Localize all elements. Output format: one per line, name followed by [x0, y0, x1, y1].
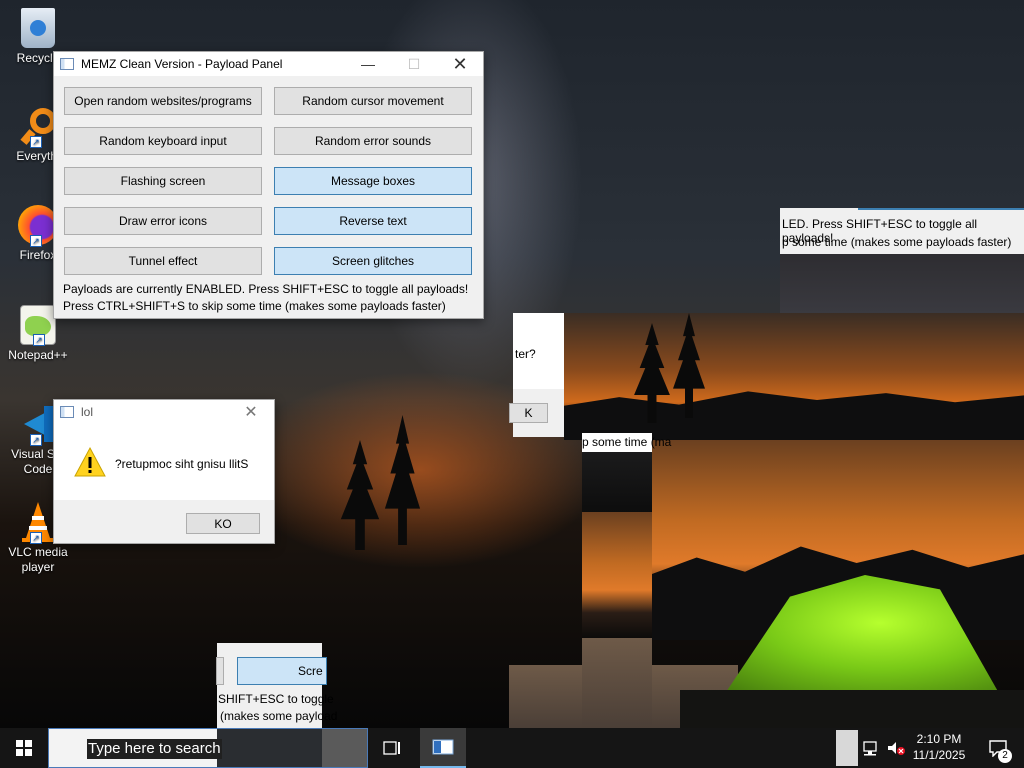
minimize-icon: — [361, 56, 375, 72]
search-input[interactable]: Type here to search [87, 739, 222, 759]
glitch-screen-glitches-button: Scre [237, 657, 327, 685]
tunnel-effect-button[interactable]: Tunnel effect [64, 247, 262, 275]
tree-silhouette [340, 440, 380, 550]
taskbar-app-memz[interactable] [420, 728, 466, 768]
notification-center-button[interactable]: 2 [978, 728, 1018, 768]
window-title: lol [81, 405, 94, 419]
glitch-text: SHIFT+ESC to toggle [218, 692, 334, 706]
desktop-icon-label: Notepad++ [8, 348, 68, 362]
minimize-button[interactable]: — [345, 52, 391, 76]
glitch-text: p some time (makes some payloads faster) [782, 235, 1012, 249]
window-title: MEMZ Clean Version - Payload Panel [81, 57, 283, 71]
volume-muted-icon [888, 742, 905, 755]
ok-button[interactable]: KO [186, 513, 260, 534]
random-error-sounds-button[interactable]: Random error sounds [274, 127, 472, 155]
task-view-icon [383, 741, 400, 755]
message-boxes-button[interactable]: Message boxes [274, 167, 472, 195]
glitch-tile [582, 512, 652, 638]
flashing-screen-button[interactable]: Flashing screen [64, 167, 262, 195]
screen-glitches-button[interactable]: Screen glitches [274, 247, 472, 275]
close-icon: ✕ [244, 404, 258, 421]
app-icon [60, 58, 74, 70]
memz-app-icon [432, 739, 454, 755]
status-line-skip: Press CTRL+SHIFT+S to skip some time (ma… [63, 299, 446, 313]
random-keyboard-input-button[interactable]: Random keyboard input [64, 127, 262, 155]
recycle-bin-icon [21, 8, 55, 48]
glitch-text: (makes some payload [220, 709, 338, 723]
glitch-tile [582, 452, 652, 512]
glitch-text: ter? [515, 347, 536, 361]
everything-search-icon: ↗ [18, 106, 58, 148]
notification-badge: 2 [998, 749, 1012, 763]
glitch-button-sliver [216, 657, 224, 685]
reverse-text-button[interactable]: Reverse text [274, 207, 472, 235]
payload-panel-window[interactable]: MEMZ Clean Version - Payload Panel — ☐ ✕… [53, 51, 484, 319]
ground [680, 690, 1024, 728]
random-cursor-movement-button[interactable]: Random cursor movement [274, 87, 472, 115]
clock[interactable]: 2:10 PM 11/1/2025 [904, 731, 974, 763]
vscode-icon: ↗ [18, 404, 58, 446]
glitch-tile [582, 638, 652, 728]
glitch-text: p some time (ma [582, 435, 672, 449]
message-text: ?retupmoc siht gnisu llitS [115, 457, 249, 471]
glitch-ok-button: K [509, 403, 548, 423]
status-line-enabled: Payloads are currently ENABLED. Press SH… [63, 282, 469, 296]
draw-error-icons-button[interactable]: Draw error icons [64, 207, 262, 235]
glitch-tile [564, 313, 1024, 440]
glitch-text: Scre [298, 664, 323, 678]
message-box-window[interactable]: lol ✕ ?retupmoc siht gnisu llitS KO [53, 399, 275, 544]
maximize-button[interactable]: ☐ [391, 52, 437, 76]
desktop-icon-label: VLC media player [8, 545, 68, 574]
open-random-websites-button[interactable]: Open random websites/programs [64, 87, 262, 115]
glitch-tray-fragment [836, 730, 858, 766]
glitch-panel-fragment: LED. Press SHIFT+ESC to toggle all paylo… [780, 208, 1024, 254]
app-icon [60, 406, 74, 418]
vlc-icon: ↗ [18, 502, 58, 544]
network-icon [863, 741, 877, 756]
tree-silhouette [384, 415, 421, 545]
firefox-icon: ↗ [18, 205, 58, 247]
warning-icon [74, 446, 106, 477]
glitch-tile [780, 250, 1024, 314]
task-view-button[interactable] [372, 728, 412, 768]
notepad-plus-plus-icon: ↗ [20, 305, 56, 346]
search-glitch-overlay [217, 729, 322, 767]
message-body: ?retupmoc siht gnisu llitS [54, 424, 274, 500]
start-button[interactable] [0, 728, 48, 768]
message-box-titlebar[interactable]: lol ✕ [54, 400, 274, 424]
glitch-text-fragment: p some time (ma [582, 433, 671, 452]
maximize-icon: ☐ [407, 55, 421, 72]
taskbar: Type here to search 2:10 PM 11/1/2025 2 [0, 728, 1024, 768]
payload-panel-titlebar[interactable]: MEMZ Clean Version - Payload Panel — ☐ ✕ [54, 52, 483, 76]
windows-logo-icon [16, 740, 32, 756]
close-button[interactable]: ✕ [437, 52, 483, 76]
glitch-panel-fragment-bottom: Scre SHIFT+ESC to toggle (makes some pay… [216, 643, 337, 728]
close-icon: ✕ [452, 53, 468, 74]
glitch-tile [509, 665, 582, 728]
clock-time: 2:10 PM [916, 732, 962, 746]
search-box[interactable]: Type here to search [48, 728, 368, 768]
glitch-dialog-fragment: ter? K [509, 313, 564, 437]
close-button[interactable]: ✕ [228, 400, 274, 424]
clock-date: 11/1/2025 [912, 748, 966, 762]
network-icon-button[interactable] [860, 728, 882, 768]
